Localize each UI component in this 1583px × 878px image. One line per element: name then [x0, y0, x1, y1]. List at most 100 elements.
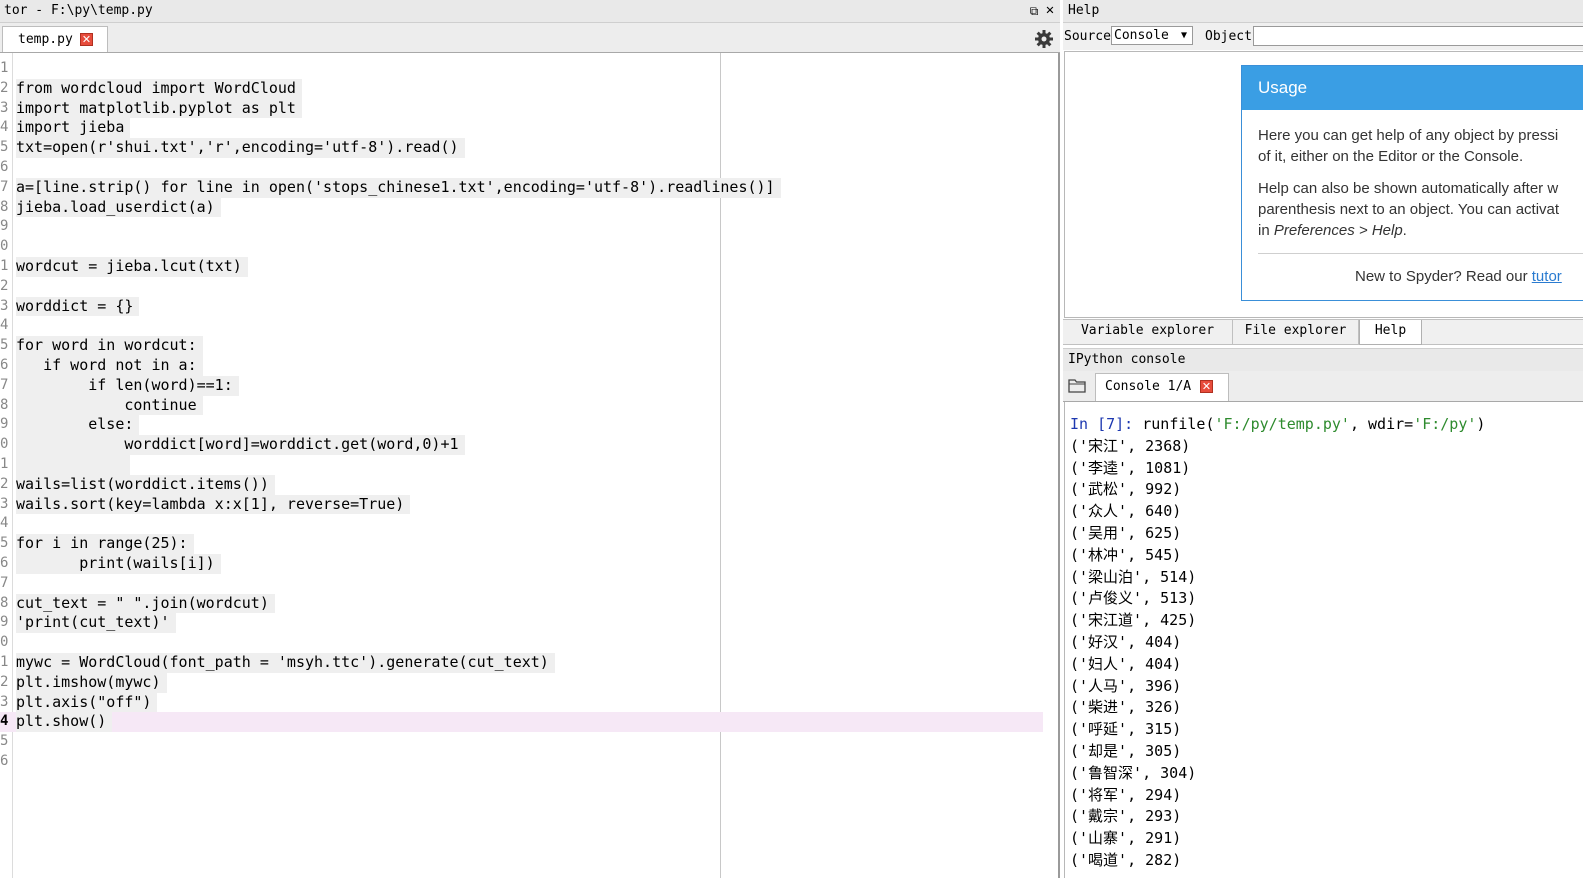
code-line: 5	[0, 732, 1043, 752]
editor-titlebar: tor - F:\py\temp.py ⧉ ✕	[0, 0, 1060, 23]
line-number: 4	[0, 317, 9, 334]
code-line: 5 txt=open(r'shui.txt','r',encoding='utf-…	[0, 138, 1043, 158]
code-text: if len(word)==1:	[16, 375, 239, 396]
line-number: 3	[0, 297, 9, 314]
help-titlebar: Help	[1063, 0, 1583, 23]
console-output-line: ('妇人', 404)	[1070, 654, 1182, 673]
tab-console-1a[interactable]: Console 1/A ✕	[1095, 373, 1229, 401]
console-output-line: ('吴用', 625)	[1070, 524, 1182, 542]
line-number: 2	[0, 79, 9, 96]
code-text: wails.sort(key=lambda x:x[1], reverse=Tr…	[16, 494, 411, 515]
line-number: 1	[0, 654, 9, 670]
code-text: txt=open(r'shui.txt','r',encoding='utf-8…	[16, 138, 465, 158]
line-number: 8	[0, 198, 9, 215]
tab-variable-explorer[interactable]: Variable explorer	[1063, 320, 1233, 344]
console-output-line: ('李逵', 1081)	[1070, 458, 1191, 477]
code-text: wails=list(worddict.items())	[16, 474, 275, 495]
undock-icon[interactable]: ⧉	[1027, 4, 1041, 18]
folder-icon[interactable]	[1068, 377, 1086, 393]
code-line: 1	[0, 59, 1043, 79]
code-line: 9	[0, 217, 1043, 237]
code-line: 1 wordcut = jieba.lcut(txt)	[0, 257, 1043, 277]
tab-help[interactable]: Help	[1359, 320, 1422, 345]
line-number: 6	[0, 357, 9, 373]
usage-divider	[1258, 253, 1583, 254]
line-number: 6	[0, 753, 9, 769]
console-output-line: ('将军', 294)	[1070, 785, 1182, 804]
code-line: 2	[0, 277, 1043, 297]
code-line: 5 for i in range(25):	[0, 534, 1043, 554]
usage-title: Usage	[1258, 78, 1308, 97]
usage-header: Usage	[1242, 66, 1583, 110]
code-text: a=[line.strip() for line in open('stops_…	[16, 177, 781, 198]
console-output-line: ('好汉', 404)	[1070, 633, 1182, 651]
console-input-line: In [7]: runfile('F:/py/temp.py', wdir='F…	[1070, 415, 1486, 433]
tab-temp-py[interactable]: temp.py ✕	[2, 26, 108, 52]
console-output-line: ('人马', 396)	[1070, 676, 1182, 695]
line-number: 4	[0, 713, 9, 730]
close-tab-icon[interactable]: ✕	[1200, 380, 1213, 393]
code-line: 5 for word in wordcut:	[0, 336, 1043, 356]
code-line: 3 plt.axis("off")	[0, 692, 1043, 713]
code-line: 1 mywc = WordCloud(font_path = 'msyh.ttc'…	[0, 653, 1043, 673]
code-text	[16, 455, 131, 475]
editor-scrollbar[interactable]	[1058, 53, 1060, 878]
gear-icon[interactable]	[1034, 29, 1054, 49]
code-line: 6	[0, 158, 1043, 178]
code-line: 2 plt.imshow(mywc)	[0, 672, 1043, 693]
code-line: 2 wails=list(worddict.items())	[0, 474, 1043, 495]
help-title: Help	[1068, 3, 1100, 18]
line-number: 7	[0, 178, 9, 195]
line-number: 4	[0, 515, 9, 532]
tutorial-link[interactable]: tutor	[1532, 268, 1562, 285]
source-select[interactable]: Console ▼	[1111, 26, 1193, 45]
code-text: plt.show()	[16, 712, 113, 733]
line-number: 5	[0, 535, 9, 552]
code-line: 3 import matplotlib.pyplot as plt	[0, 98, 1043, 119]
code-line: 0 worddict[word]=worddict.get(word,0)+1	[0, 435, 1043, 455]
editor-title: tor - F:\py\temp.py	[4, 3, 153, 18]
code-line: 1	[0, 455, 1043, 475]
close-tab-icon[interactable]: ✕	[80, 33, 93, 46]
preferences-path: Preferences > Help	[1273, 222, 1403, 239]
code-text: print(wails[i])	[16, 554, 221, 574]
line-number: 7	[0, 376, 9, 393]
code-line: 8 continue	[0, 395, 1043, 416]
tab-file-explorer[interactable]: File explorer	[1233, 320, 1359, 344]
code-line: 9 'print(cut_text)'	[0, 613, 1043, 634]
console-output-line: ('鲁智深', 304)	[1070, 763, 1197, 782]
code-text: if word not in a:	[16, 356, 203, 376]
help-toolbar: Source Console ▼ Object	[1063, 23, 1583, 50]
line-number: 9	[0, 416, 9, 433]
usage-text-line: Help can also be shown automatically aft…	[1258, 180, 1559, 197]
code-line: 7 a=[line.strip() for line in open('stops…	[0, 177, 1043, 198]
code-line: 4 import jieba	[0, 118, 1043, 139]
console-output-line: ('武松', 992)	[1070, 480, 1182, 499]
editor-pane: tor - F:\py\temp.py ⧉ ✕ temp.py ✕ 1 2 fr…	[0, 0, 1060, 878]
code-text: for i in range(25):	[16, 534, 194, 554]
console-output[interactable]: In [7]: runfile('F:/py/temp.py', wdir='F…	[1064, 402, 1583, 878]
line-number: 3	[0, 495, 9, 512]
close-pane-icon[interactable]: ✕	[1043, 3, 1057, 17]
code-line: 4	[0, 514, 1043, 534]
code-text: worddict = {}	[16, 296, 140, 317]
object-input[interactable]	[1253, 26, 1583, 46]
line-number: 2	[0, 673, 9, 690]
code-line: 9 else:	[0, 415, 1043, 436]
usage-text-1: Here you can get help of any object by p…	[1258, 125, 1583, 167]
console-tabbar: Console 1/A ✕	[1063, 371, 1583, 402]
code-editor[interactable]: 1 2 from wordcloud import WordCloud 3 import…	[0, 53, 1058, 878]
console-output-line: ('宋江', 2368)	[1070, 436, 1191, 455]
tab-label: Console 1/A	[1105, 379, 1192, 394]
line-number: 2	[0, 475, 9, 492]
code-text: for word in wordcut:	[16, 336, 203, 356]
code-line: 7	[0, 574, 1043, 594]
line-number: 3	[0, 693, 9, 710]
pane-tabs: Variable explorer File explorer Help	[1063, 319, 1583, 345]
console-output-line: ('卢俊义', 513)	[1070, 589, 1197, 608]
line-number: 3	[0, 99, 9, 116]
line-number: 6	[0, 159, 9, 175]
code-text: continue	[16, 395, 203, 416]
console-title: IPython console	[1068, 352, 1186, 367]
line-number: 6	[0, 555, 9, 571]
